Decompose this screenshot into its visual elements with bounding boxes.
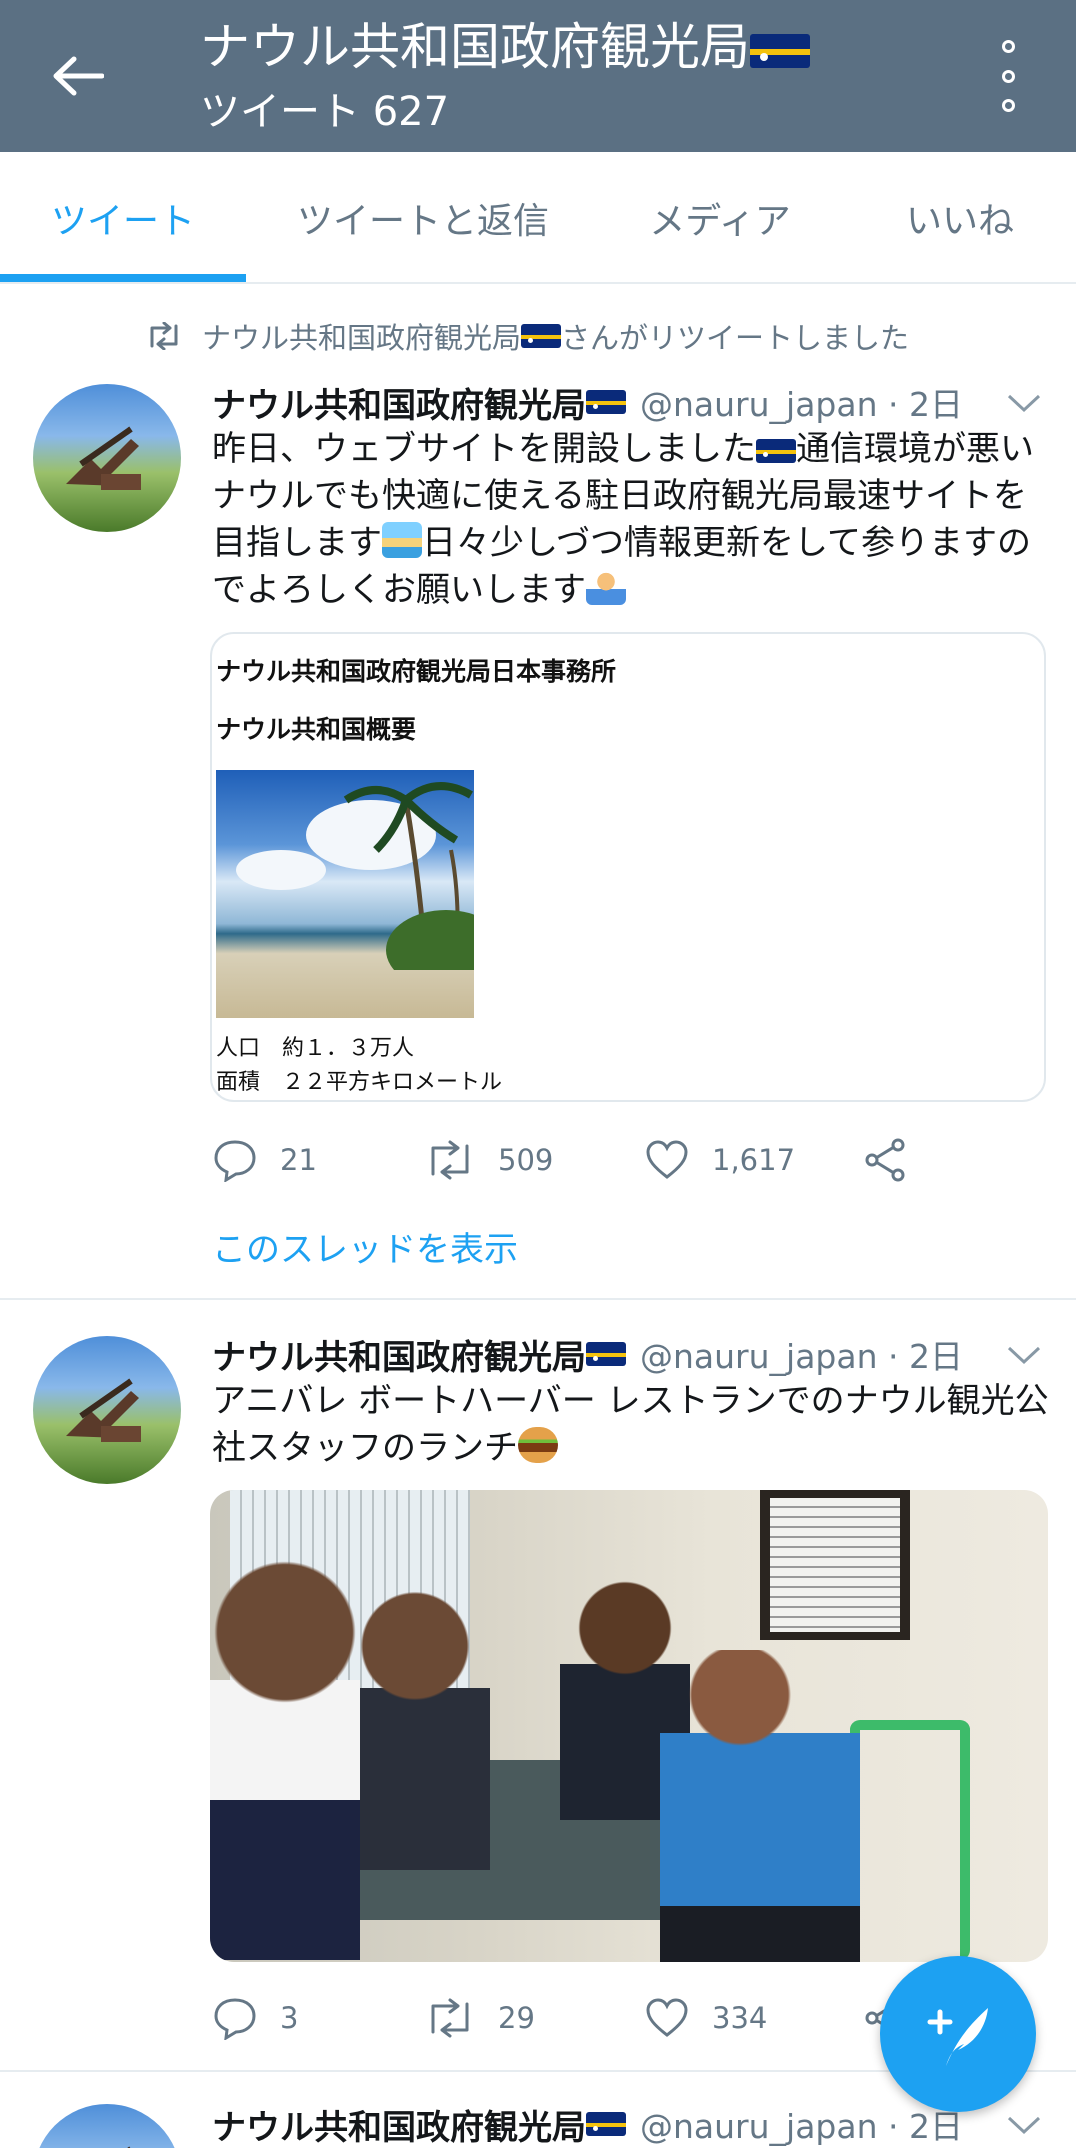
- author-name[interactable]: ナウル共和国政府観光局: [212, 2100, 586, 2148]
- compose-tweet-button[interactable]: [880, 1956, 1036, 2112]
- chevron-down-icon[interactable]: [1006, 2106, 1042, 2142]
- tweet[interactable]: ナウル共和国政府観光局 @nauru_japan · 2日: [0, 0, 1076, 2148]
- avatar[interactable]: [33, 2104, 181, 2148]
- anti-aircraft-gun-image: [127, 2146, 131, 2148]
- compose-tweet-icon: [927, 2008, 988, 2066]
- tweet-author-line: ナウル共和国政府観光局 @nauru_japan · 2日: [212, 2100, 963, 2148]
- nauru-flag-icon: [586, 2112, 626, 2136]
- author-handle-time: @nauru_japan · 2日: [640, 2107, 963, 2146]
